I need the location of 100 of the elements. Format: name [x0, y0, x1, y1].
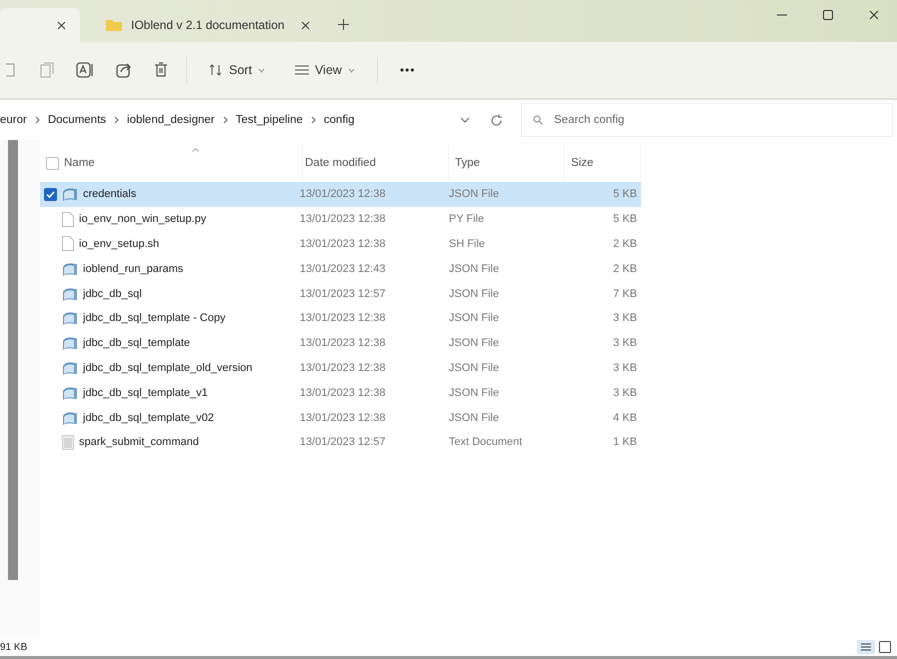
column-header[interactable]: Name	[64, 157, 95, 169]
column-header[interactable]: Type	[455, 157, 480, 169]
column-header[interactable]: Size	[571, 157, 594, 169]
trash-icon[interactable]	[154, 62, 168, 78]
file-name: jdbc_db_sql_template	[83, 337, 190, 350]
sort-button[interactable]: Sort	[205, 59, 269, 81]
scrollbar[interactable]	[8, 140, 18, 580]
close-icon[interactable]	[57, 20, 66, 30]
file-row[interactable]: io_env_non_win_setup.py 13/01/2023 12:38 PY File 5 KB	[40, 206, 641, 232]
json-file-icon	[62, 360, 78, 375]
text-file-icon	[62, 434, 74, 450]
json-file-icon	[62, 386, 78, 400]
file-icon	[62, 236, 74, 252]
checkbox[interactable]	[46, 156, 59, 170]
caret-icon	[258, 68, 265, 72]
share-icon[interactable]	[116, 62, 132, 78]
date-cell-text: 13/01/2023 12:38	[298, 412, 386, 424]
breadcrumb[interactable]: Documents	[48, 114, 106, 126]
date-cell-text: 13/01/2023 12:38	[298, 386, 386, 399]
type-cell-text: JSON File	[448, 312, 500, 324]
file-name: jdbc_db_sql_template - Copy	[83, 312, 226, 324]
close-icon[interactable]	[301, 20, 310, 30]
date-cell-text: 13/01/2023 12:38	[298, 238, 386, 250]
details-view-icon[interactable]	[857, 640, 875, 654]
view-button[interactable]: View	[290, 59, 359, 81]
dropdown-icon[interactable]	[460, 117, 470, 123]
close-icon[interactable]	[869, 10, 879, 20]
tab-title: IOblend v 2.1 documentation	[131, 18, 284, 32]
file-name: ioblend_run_params	[83, 262, 184, 275]
file-row[interactable]: jdbc_db_sql_template_v02 13/01/2023 12:38 JSON File 4 KB	[40, 405, 641, 430]
column-header[interactable]: Date modified	[305, 157, 376, 169]
lines-icon	[294, 65, 309, 75]
size-cell-text: 3 KB	[612, 386, 638, 399]
file-row[interactable]: credentials 13/01/2023 12:38 JSON File 5 KB	[40, 182, 641, 207]
file-name: jdbc_db_sql_template_v1	[83, 386, 208, 399]
tiles-view-icon[interactable]	[879, 641, 891, 653]
date-cell-text: 13/01/2023 12:38	[298, 188, 386, 200]
json-file-icon	[62, 311, 78, 326]
chevron-icon	[114, 116, 120, 124]
size-cell-text: 4 KB	[612, 412, 638, 424]
chevron-icon	[222, 116, 228, 124]
file-row[interactable]: jdbc_db_sql_template_old_version 13/01/2023 12:38 JSON File 3 KB	[40, 356, 641, 380]
file-name: spark_submit_command	[79, 436, 199, 448]
date-cell-text: 13/01/2023 12:57	[298, 288, 386, 300]
file-row[interactable]: spark_submit_command 13/01/2023 12:57 Text Document 1 KB	[40, 430, 641, 455]
file-row[interactable]: jdbc_db_sql_template_v1 13/01/2023 12:38 JSON File 3 KB	[40, 380, 641, 406]
search-field[interactable]: Search config	[521, 103, 893, 137]
size-cell-text: 5 KB	[612, 188, 638, 200]
type-cell-text: JSON File	[448, 288, 500, 300]
type-cell-text: JSON File	[448, 188, 500, 200]
date-cell-text: 13/01/2023 12:38	[298, 312, 386, 324]
folder-icon	[106, 19, 122, 31]
rename-icon[interactable]	[76, 62, 94, 78]
type-cell-text: JSON File	[448, 386, 500, 399]
chevron-icon	[34, 116, 40, 124]
file-row[interactable]: io_env_setup.sh 13/01/2023 12:38 SH File 2 KB	[40, 232, 641, 256]
file-icon	[62, 212, 74, 227]
refresh-icon[interactable]	[490, 114, 503, 126]
caret-icon	[348, 68, 355, 72]
sort-caret-icon	[192, 148, 199, 152]
type-cell-text: JSON File	[448, 262, 500, 275]
breadcrumb[interactable]: ioblend_designer	[127, 114, 215, 126]
breadcrumb[interactable]: Test_pipeline	[236, 114, 303, 126]
size-cell-text: 3 KB	[612, 362, 638, 374]
date-cell-text: 13/01/2023 12:38	[298, 337, 386, 350]
date-cell-text: 13/01/2023 12:38	[298, 213, 386, 226]
date-cell-text: 13/01/2023 12:38	[298, 362, 386, 374]
maximize-icon[interactable]	[823, 10, 833, 20]
file-name: credentials	[83, 188, 136, 200]
type-cell-text: SH File	[448, 238, 486, 250]
size-cell-text: 2 KB	[612, 262, 638, 275]
file-name: io_env_setup.sh	[79, 238, 160, 250]
type-cell-text: JSON File	[448, 362, 500, 374]
new-tab-icon[interactable]	[338, 19, 350, 30]
date-cell-text: 13/01/2023 12:57	[298, 436, 386, 448]
file-row[interactable]: ioblend_run_params 13/01/2023 12:43 JSON File 2 KB	[40, 256, 641, 282]
sort-icon	[209, 64, 223, 76]
size-cell-text: 3 KB	[612, 312, 638, 324]
breadcrumb[interactable]: euror	[0, 114, 27, 126]
more-button[interactable]: •••	[396, 59, 420, 81]
type-cell-text: PY File	[448, 213, 486, 226]
size-cell-text: 5 KB	[612, 213, 638, 226]
file-row[interactable]: jdbc_db_sql_template 13/01/2023 12:38 JSON File 3 KB	[40, 330, 641, 356]
type-cell-text: JSON File	[448, 337, 500, 350]
json-file-icon	[62, 336, 78, 350]
file-name: io_env_non_win_setup.py	[79, 213, 206, 226]
json-file-icon	[62, 187, 78, 202]
json-file-icon	[62, 286, 78, 301]
json-file-icon	[62, 262, 78, 276]
size-cell-text: 3 KB	[612, 337, 638, 350]
file-row[interactable]: jdbc_db_sql_template - Copy 13/01/2023 12:38 JSON File 3 KB	[40, 306, 641, 331]
file-name: jdbc_db_sql_template_old_version	[83, 362, 252, 374]
file-name: jdbc_db_sql_template_v02	[83, 412, 214, 424]
breadcrumb[interactable]: config	[324, 114, 354, 126]
date-cell-text: 13/01/2023 12:43	[298, 262, 386, 275]
file-row[interactable]: jdbc_db_sql 13/01/2023 12:57 JSON File 7 KB	[40, 281, 641, 306]
checkbox[interactable]	[44, 188, 57, 201]
size-cell-text: 7 KB	[612, 288, 638, 300]
size-cell-text: 2 KB	[612, 238, 638, 250]
size-cell-text: 1 KB	[612, 436, 638, 448]
